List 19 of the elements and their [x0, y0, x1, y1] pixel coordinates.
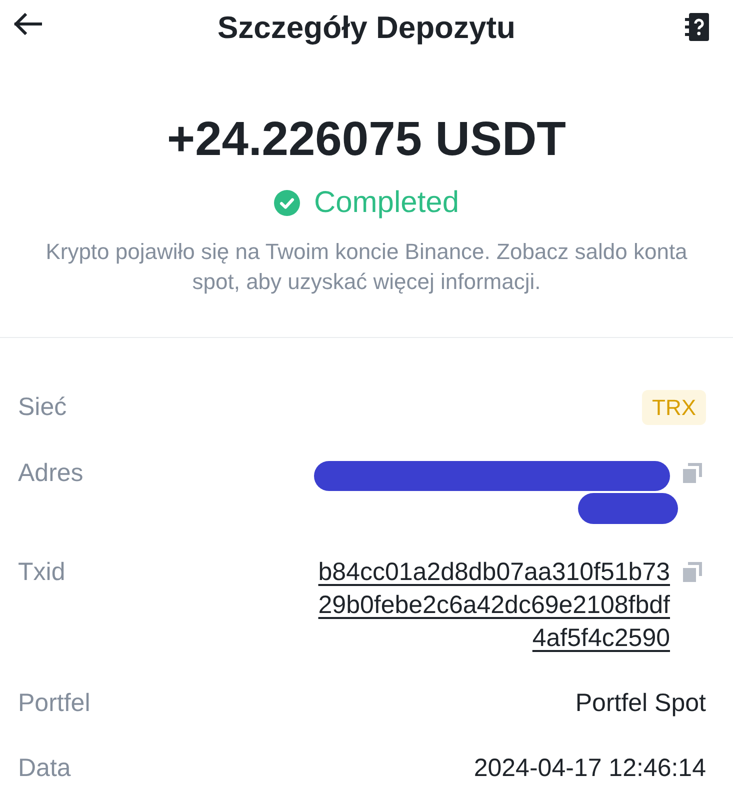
detail-label: Portfel: [18, 688, 90, 719]
detail-label: Sieć: [18, 392, 67, 423]
txid-link[interactable]: b84cc01a2d8db07aa310f51b7329b0febe2c6a42dc69e2108fbdf4af5f4c2590: [310, 556, 670, 655]
status-label: Completed: [314, 185, 460, 221]
detail-value: Portfel Spot: [575, 688, 706, 719]
copy-icon: [683, 562, 702, 582]
detail-label: Txid: [18, 557, 66, 588]
back-arrow-icon: [13, 13, 42, 35]
deposit-amount: +24.226075 USDT: [166, 112, 567, 168]
detail-label: Data: [18, 753, 71, 784]
back-button[interactable]: [13, 13, 42, 35]
status-description: Krypto pojawiło się na Twoim koncie Binance. Zobacz saldo konta spot, aby uzyskać więcej informacji.: [44, 238, 688, 296]
question-notebook-icon: [685, 13, 709, 41]
detail-label: Adres: [18, 458, 84, 489]
detail-value: 2024-04-17 12:46:14: [474, 753, 706, 784]
page-title: Szczegóły Depozytu: [216, 10, 516, 46]
help-button[interactable]: [685, 13, 709, 41]
network-badge: TRX: [642, 390, 706, 425]
copy-icon: [683, 463, 702, 483]
